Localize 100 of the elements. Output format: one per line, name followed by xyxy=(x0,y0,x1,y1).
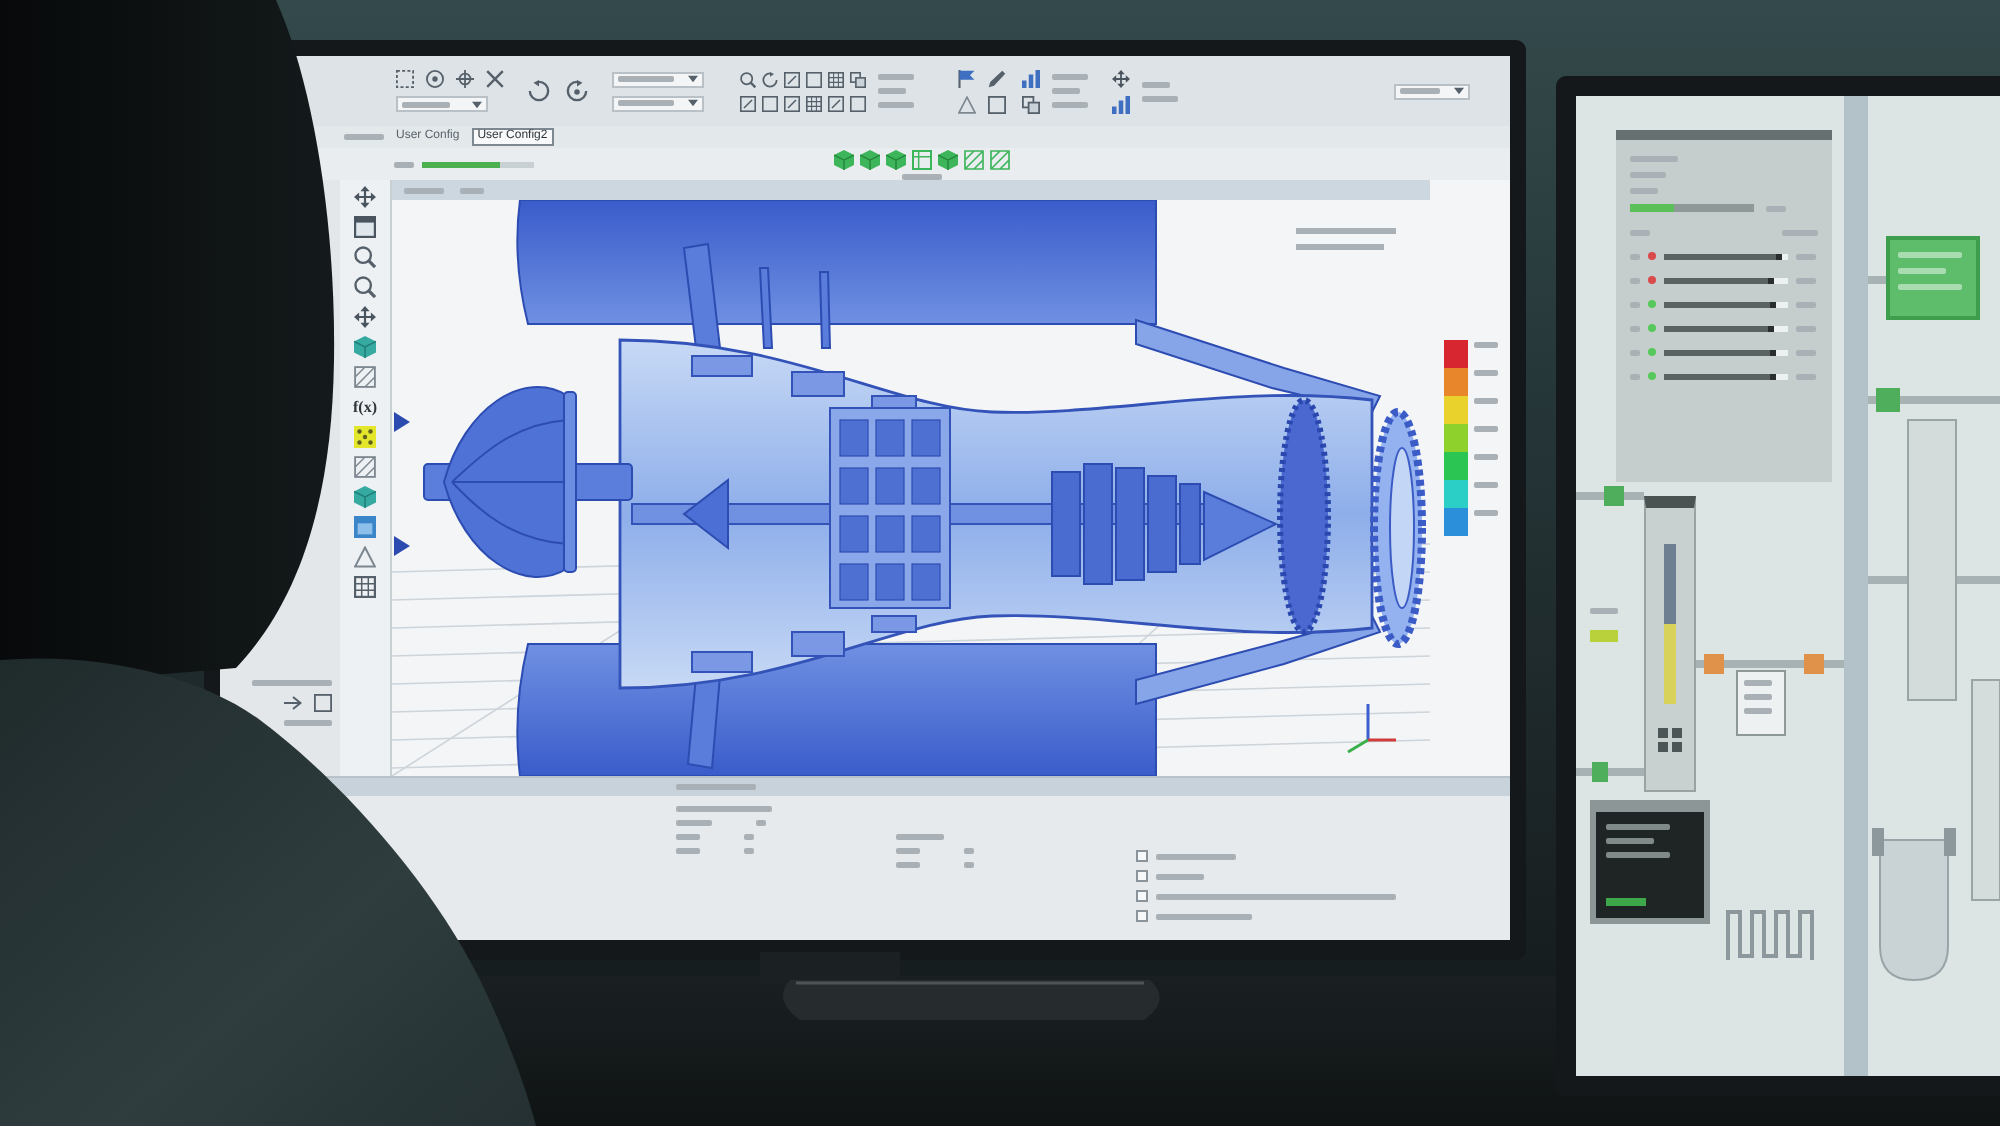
dropdown-field[interactable] xyxy=(612,71,704,87)
blurred-text xyxy=(1052,102,1088,108)
blurred-text xyxy=(1052,88,1080,94)
blurred-text xyxy=(1156,853,1236,859)
grid-icon[interactable] xyxy=(806,95,822,111)
blurred-text xyxy=(896,848,920,854)
undo-icon[interactable] xyxy=(528,80,550,102)
axis-triad-icon xyxy=(1347,704,1396,754)
edit-square-icon[interactable] xyxy=(740,95,756,111)
blurred-text xyxy=(1142,95,1178,101)
blurred-text xyxy=(252,680,332,686)
blurred-text xyxy=(902,173,942,179)
blurred-text xyxy=(1898,252,1962,258)
valve-icon xyxy=(1604,486,1624,506)
blurred-text xyxy=(1590,608,1618,614)
blurred-text xyxy=(676,806,772,812)
blurred-text xyxy=(676,820,712,826)
caret-icon[interactable] xyxy=(1454,86,1464,96)
triangle-icon[interactable] xyxy=(354,546,376,568)
blurred-text xyxy=(1400,88,1440,94)
blurred-text xyxy=(878,102,914,108)
dropdown-field[interactable] xyxy=(1394,83,1470,99)
mesh-icon[interactable] xyxy=(354,456,376,478)
blurred-text xyxy=(460,187,484,193)
blurred-text xyxy=(1744,680,1772,686)
blurred-text xyxy=(1744,694,1772,700)
triangle-icon[interactable] xyxy=(958,95,976,113)
blurred-text xyxy=(1474,510,1498,516)
blurred-text xyxy=(1052,74,1088,80)
bar-chart-icon[interactable] xyxy=(1112,95,1130,113)
cube-icon[interactable] xyxy=(354,336,376,358)
blurred-text xyxy=(1474,342,1498,348)
move-icon[interactable] xyxy=(354,186,376,208)
cube-icon[interactable] xyxy=(834,149,854,169)
blurred-text xyxy=(676,834,700,840)
blurred-text xyxy=(618,100,674,106)
function-button[interactable]: f(x) xyxy=(353,396,377,418)
arrow-icon[interactable] xyxy=(284,694,302,712)
blurred-text xyxy=(1606,852,1670,858)
triangle-icon xyxy=(394,412,410,432)
dotted-grid-icon[interactable] xyxy=(354,426,376,448)
crosshair-icon[interactable] xyxy=(456,70,474,88)
window-icon[interactable] xyxy=(354,216,376,238)
blurred-text xyxy=(1474,454,1498,460)
edit-square-icon[interactable] xyxy=(784,71,800,87)
magnifier-icon[interactable] xyxy=(354,246,376,268)
zoom-bar-track[interactable] xyxy=(422,161,534,167)
move-icon[interactable] xyxy=(354,306,376,328)
flag-icon[interactable] xyxy=(958,69,976,87)
cube-icon[interactable] xyxy=(354,486,376,508)
blurred-text xyxy=(676,784,756,790)
pen-icon[interactable] xyxy=(988,69,1006,87)
blurred-text xyxy=(284,720,332,726)
indicator-lamp xyxy=(1590,630,1618,642)
blurred-text xyxy=(1156,873,1204,879)
dotted-square-icon[interactable] xyxy=(396,70,414,88)
square-icon xyxy=(1136,850,1148,862)
grid-icon[interactable] xyxy=(828,71,844,87)
caret-icon[interactable] xyxy=(472,99,482,109)
layers-icon[interactable] xyxy=(1022,95,1040,113)
move-icon[interactable] xyxy=(1112,69,1130,87)
blurred-text xyxy=(1142,81,1170,87)
blurred-text xyxy=(1474,482,1498,488)
mesh-icon[interactable] xyxy=(354,366,376,388)
caret-icon[interactable] xyxy=(688,74,698,84)
blurred-text xyxy=(1474,398,1498,404)
bar-chart-icon[interactable] xyxy=(1022,69,1040,87)
target-icon[interactable] xyxy=(426,70,444,88)
edit-square-icon[interactable] xyxy=(784,95,800,111)
blurred-text xyxy=(896,834,944,840)
blurred-text xyxy=(404,187,444,193)
edit-square-icon[interactable] xyxy=(828,95,844,111)
dropdown-field[interactable] xyxy=(396,96,488,112)
square-icon[interactable] xyxy=(850,95,866,111)
blurred-text xyxy=(1606,824,1670,830)
square-icon[interactable] xyxy=(762,95,778,111)
square-icon[interactable] xyxy=(806,71,822,87)
blurred-text xyxy=(1474,370,1498,376)
triangle-icon xyxy=(394,536,410,556)
grid-icon[interactable] xyxy=(354,576,376,598)
rotate-icon[interactable] xyxy=(762,71,778,87)
square-icon[interactable] xyxy=(988,95,1006,113)
caret-icon[interactable] xyxy=(688,98,698,108)
blurred-text xyxy=(402,101,450,107)
cube-icon[interactable] xyxy=(938,149,958,169)
cube-icon[interactable] xyxy=(886,149,906,169)
magnifier-icon[interactable] xyxy=(354,276,376,298)
square-icon[interactable] xyxy=(314,694,332,712)
blurred-text xyxy=(394,161,414,167)
cube-icon[interactable] xyxy=(860,149,880,169)
grid-icon[interactable] xyxy=(1658,728,1682,752)
magnifier-icon[interactable] xyxy=(740,71,756,87)
valve-icon xyxy=(1804,654,1824,674)
blurred-text xyxy=(1156,913,1252,919)
dropdown-field[interactable] xyxy=(612,95,704,111)
layers-icon[interactable] xyxy=(850,71,866,87)
close-icon[interactable] xyxy=(486,70,504,88)
blurred-text xyxy=(1296,228,1396,234)
redo-icon[interactable] xyxy=(566,80,588,102)
blurred-text xyxy=(896,862,920,868)
